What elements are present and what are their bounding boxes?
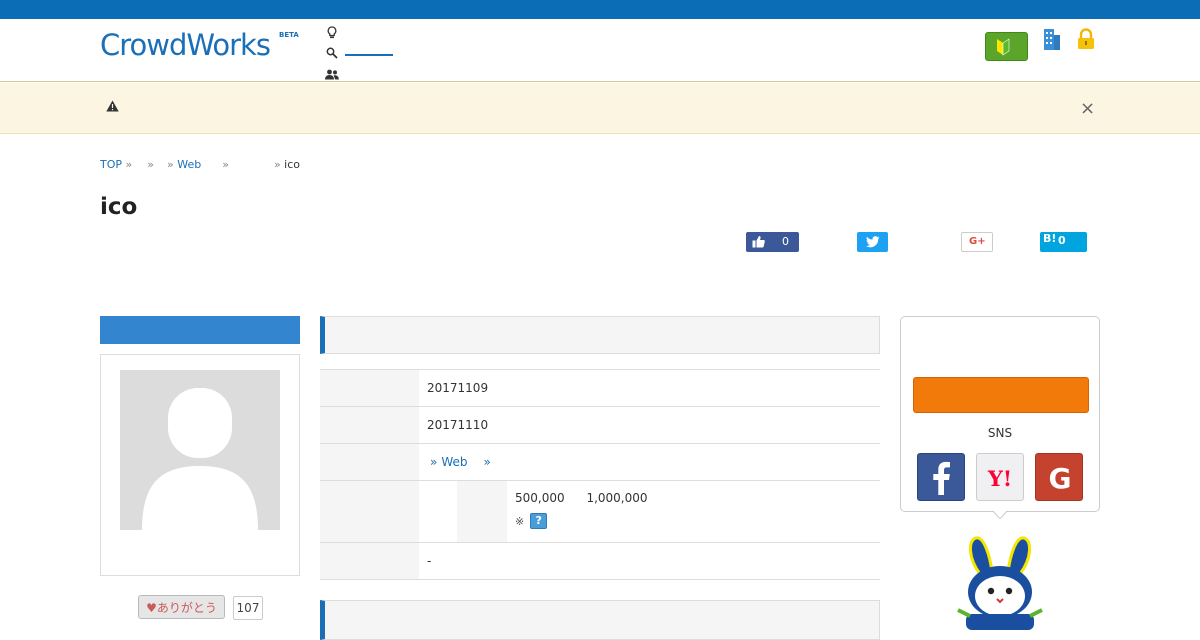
budget-value: 500,000 1,000,000 ※ ?	[507, 481, 648, 542]
row-value: » Web »	[419, 444, 880, 480]
row-key	[320, 407, 419, 443]
close-icon[interactable]: ×	[1080, 98, 1095, 119]
page-title: ico	[100, 194, 138, 220]
breadcrumb-separator: »	[147, 158, 154, 171]
budget-max: 1,000,000	[586, 491, 648, 505]
google-plus-label: G+	[969, 236, 986, 247]
hatena-bookmark-button[interactable]: B! 0	[1040, 232, 1087, 252]
client-header	[100, 316, 300, 344]
yahoo-login-button[interactable]: Y!	[976, 453, 1024, 501]
yahoo-icon: Y!	[987, 466, 1012, 491]
nav-item-ideas[interactable]	[325, 23, 393, 44]
breadcrumb-web[interactable]: Web	[177, 158, 201, 171]
table-row: » Web »	[320, 444, 880, 481]
warning-icon	[106, 100, 119, 112]
row-value: -	[427, 554, 432, 568]
breadcrumb-separator: »	[222, 158, 229, 171]
row-value: 500,000 1,000,000 ※ ?	[419, 481, 880, 542]
box-pointer	[993, 511, 1007, 519]
search-icon	[325, 47, 339, 62]
apply-box: SNS Y! G	[900, 316, 1100, 519]
facebook-icon	[933, 461, 950, 495]
row-value: 20171109	[427, 381, 489, 395]
row-key	[320, 543, 419, 579]
breadcrumb-separator: »	[125, 158, 133, 171]
apply-button[interactable]	[913, 377, 1089, 413]
note-mark: ※	[515, 514, 525, 528]
apply-column: SNS Y! G	[900, 316, 1100, 630]
thanks-count: 107	[233, 596, 263, 620]
google-login-button[interactable]: G	[1035, 453, 1083, 501]
budget-note: ※ ?	[515, 513, 648, 529]
table-row: 500,000 1,000,000 ※ ?	[320, 481, 880, 543]
row-key	[320, 444, 419, 480]
building-icon[interactable]	[1043, 27, 1061, 51]
lock-icon[interactable]	[1076, 28, 1096, 50]
google-icon: G	[1049, 462, 1072, 495]
facebook-like-button[interactable]: 0	[746, 232, 799, 252]
breadcrumb: TOP » » » Web » » ico	[100, 158, 300, 171]
client-column: ♥ありがとう 107	[100, 316, 300, 620]
svg-text:G: G	[1049, 462, 1072, 495]
thanks-button[interactable]: ♥ありがとう	[138, 595, 225, 619]
facebook-like-count: 0	[782, 235, 789, 248]
beginner-button[interactable]	[985, 32, 1028, 61]
section-header	[320, 316, 880, 354]
row-key	[320, 370, 419, 406]
job-details: 20171109 20171110 » Web » 500,000 1,000,…	[320, 316, 880, 640]
nav-item-label	[345, 53, 393, 56]
beginner-leaf-icon	[997, 38, 1010, 56]
svg-text:Y!: Y!	[987, 466, 1012, 491]
alert-banner: ×	[0, 83, 1200, 134]
row-key	[320, 481, 419, 542]
hatena-count: 0	[1058, 234, 1066, 247]
budget-min: 500,000	[515, 491, 565, 505]
details-table: 20171109 20171110 » Web » 500,000 1,000,…	[320, 369, 880, 580]
logo-beta-badge: BETA	[279, 31, 299, 39]
breadcrumb-separator: »	[273, 158, 281, 171]
help-icon[interactable]: ?	[530, 513, 548, 529]
facebook-login-button[interactable]	[917, 453, 965, 501]
twitter-share-button[interactable]	[857, 232, 888, 252]
mascot-rabbit-icon	[957, 536, 1043, 630]
table-row: 20171110	[320, 407, 880, 444]
hatena-icon: B!	[1043, 232, 1057, 245]
lightbulb-icon	[325, 25, 339, 42]
users-icon	[325, 69, 339, 83]
nav-item-search[interactable]	[325, 44, 393, 65]
google-plus-button[interactable]: G+	[961, 232, 993, 252]
category-separator: »	[483, 455, 491, 469]
budget-sub-key	[457, 481, 507, 542]
breadcrumb-current: ico	[284, 158, 301, 171]
site-header: CrowdWorks BETA	[0, 19, 1200, 82]
main-nav	[325, 23, 393, 86]
section-header	[320, 600, 880, 640]
person-icon	[120, 370, 280, 530]
site-logo[interactable]: CrowdWorks	[100, 28, 271, 62]
avatar[interactable]	[120, 370, 280, 530]
category-separator: »	[430, 455, 438, 469]
sns-label: SNS	[987, 426, 1013, 440]
twitter-icon	[866, 236, 880, 248]
client-card	[100, 354, 300, 576]
table-row: 20171109	[320, 370, 880, 407]
thumbs-up-icon	[752, 236, 765, 248]
table-row: -	[320, 543, 880, 580]
top-bar	[0, 0, 1200, 19]
row-value: 20171110	[427, 418, 489, 432]
breadcrumb-top[interactable]: TOP	[100, 158, 122, 171]
breadcrumb-separator: »	[166, 158, 174, 171]
category-link-web[interactable]: Web	[441, 455, 467, 469]
